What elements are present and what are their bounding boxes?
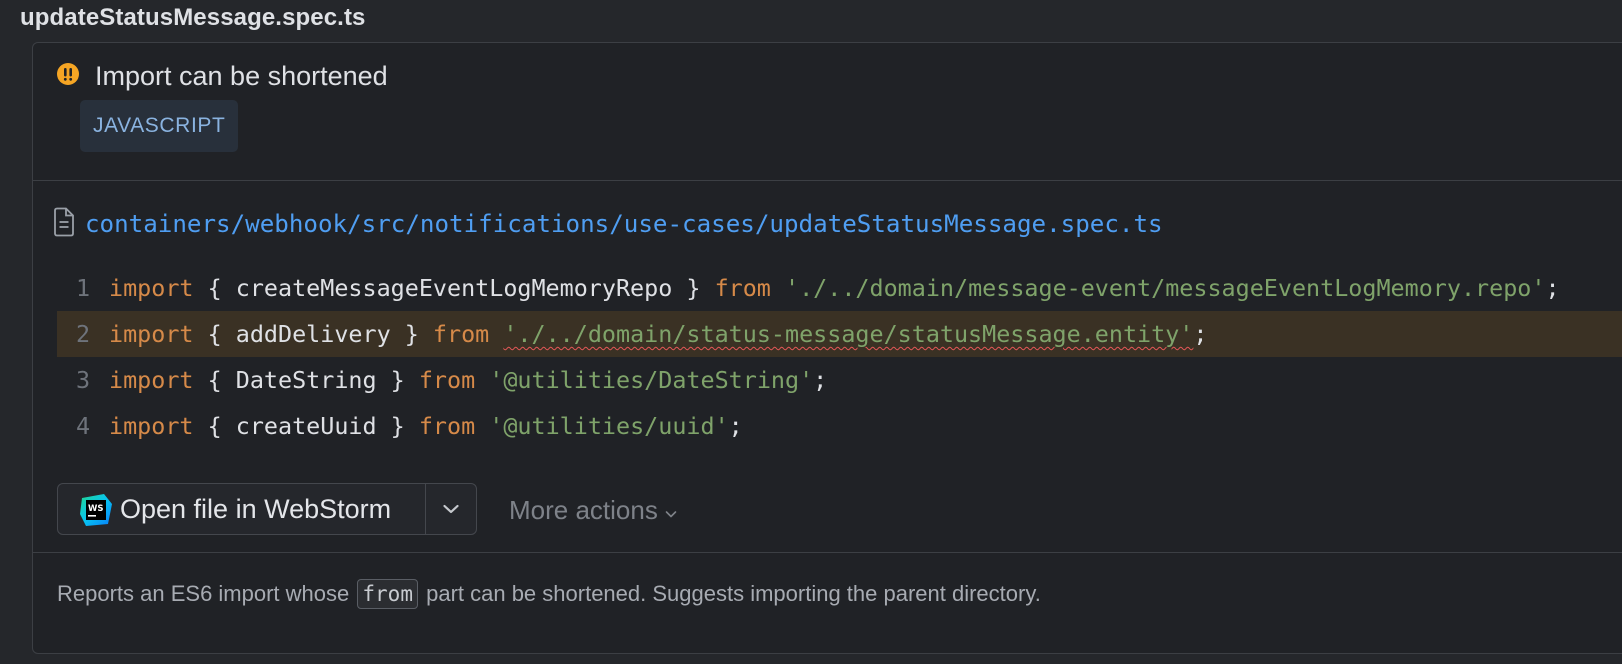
keyword-from: from [418, 366, 476, 394]
file-icon [53, 207, 75, 242]
open-options-dropdown-button[interactable] [426, 484, 476, 534]
keyword-import: import [109, 274, 194, 302]
inspection-description-footer: Reports an ES6 import whose from part ca… [33, 552, 1622, 653]
brace-close: } [390, 320, 433, 348]
keyword-from: from [418, 412, 476, 440]
webstorm-logo-icon: WS [80, 494, 112, 526]
semicolon: ; [728, 412, 743, 440]
open-file-split-button: WS Open file in WebStorm [57, 483, 477, 535]
code-line-2-highlighted: 2 import { addDelivery } from './../domai… [57, 311, 1622, 357]
problem-import-path-string: './../domain/status-message/statusMessag… [503, 320, 1194, 348]
line-number: 1 [75, 274, 91, 302]
brace-open: { [193, 366, 236, 394]
imported-name: createUuid [235, 412, 377, 440]
inspection-description: Reports an ES6 import whose from part ca… [57, 579, 1041, 609]
imported-name: addDelivery [235, 320, 391, 348]
keyword-import: import [109, 366, 194, 394]
import-path-string: './../domain/message-event/messageEventL… [785, 274, 1546, 302]
inspection-card: Import can be shortened JAVASCRIPT conta… [32, 42, 1622, 654]
code-line-3: 3 import { DateString } from '@utilities/… [57, 357, 1622, 403]
imported-name: DateString [235, 366, 377, 394]
line-number: 3 [75, 366, 91, 394]
import-path-string: '@utilities/DateString' [489, 366, 814, 394]
keyword-from: from [432, 320, 490, 348]
keyword-import: import [109, 320, 194, 348]
open-file-in-webstorm-button[interactable]: WS Open file in WebStorm [58, 484, 426, 534]
brace-open: { [193, 274, 236, 302]
line-number: 2 [75, 320, 91, 348]
more-actions-label: More actions [509, 495, 658, 525]
line-number: 4 [75, 412, 91, 440]
brace-open: { [193, 320, 236, 348]
import-path-string: '@utilities/uuid' [489, 412, 729, 440]
language-badge: JAVASCRIPT [80, 100, 239, 152]
brace-close: } [376, 366, 419, 394]
file-title: updateStatusMessage.spec.ts [20, 4, 366, 31]
keyword-import: import [109, 412, 194, 440]
code-line-1: 1 import { createMessageEventLogMemoryRep… [57, 265, 1622, 311]
chevron-down-icon [664, 497, 678, 528]
brace-close: } [376, 412, 419, 440]
more-actions-button[interactable]: More actions [509, 495, 678, 528]
inspection-header: Import can be shortened JAVASCRIPT [33, 43, 1622, 181]
open-file-label: Open file in WebStorm [120, 494, 392, 524]
semicolon: ; [1545, 274, 1560, 302]
svg-text:WS: WS [88, 504, 104, 514]
brace-open: { [193, 412, 236, 440]
keyword-from: from [714, 274, 771, 302]
brace-close: } [672, 274, 715, 302]
code-snippet: 1 import { createMessageEventLogMemoryRep… [57, 265, 1622, 449]
warning-exclamation-icon [57, 63, 79, 85]
description-inline-code: from [357, 579, 418, 609]
semicolon: ; [1193, 320, 1208, 348]
code-line-4: 4 import { createUuid } from '@utilities/… [57, 403, 1622, 449]
chevron-down-icon [443, 504, 459, 514]
description-text-after: part can be shortened. Suggests importin… [426, 581, 1041, 606]
imported-name: createMessageEventLogMemoryRepo [235, 274, 673, 302]
file-path-link[interactable]: containers/webhook/src/notifications/use… [85, 210, 1163, 238]
semicolon: ; [813, 366, 828, 394]
description-text-before: Reports an ES6 import whose [57, 581, 350, 606]
inspection-title: Import can be shortened [95, 61, 388, 91]
